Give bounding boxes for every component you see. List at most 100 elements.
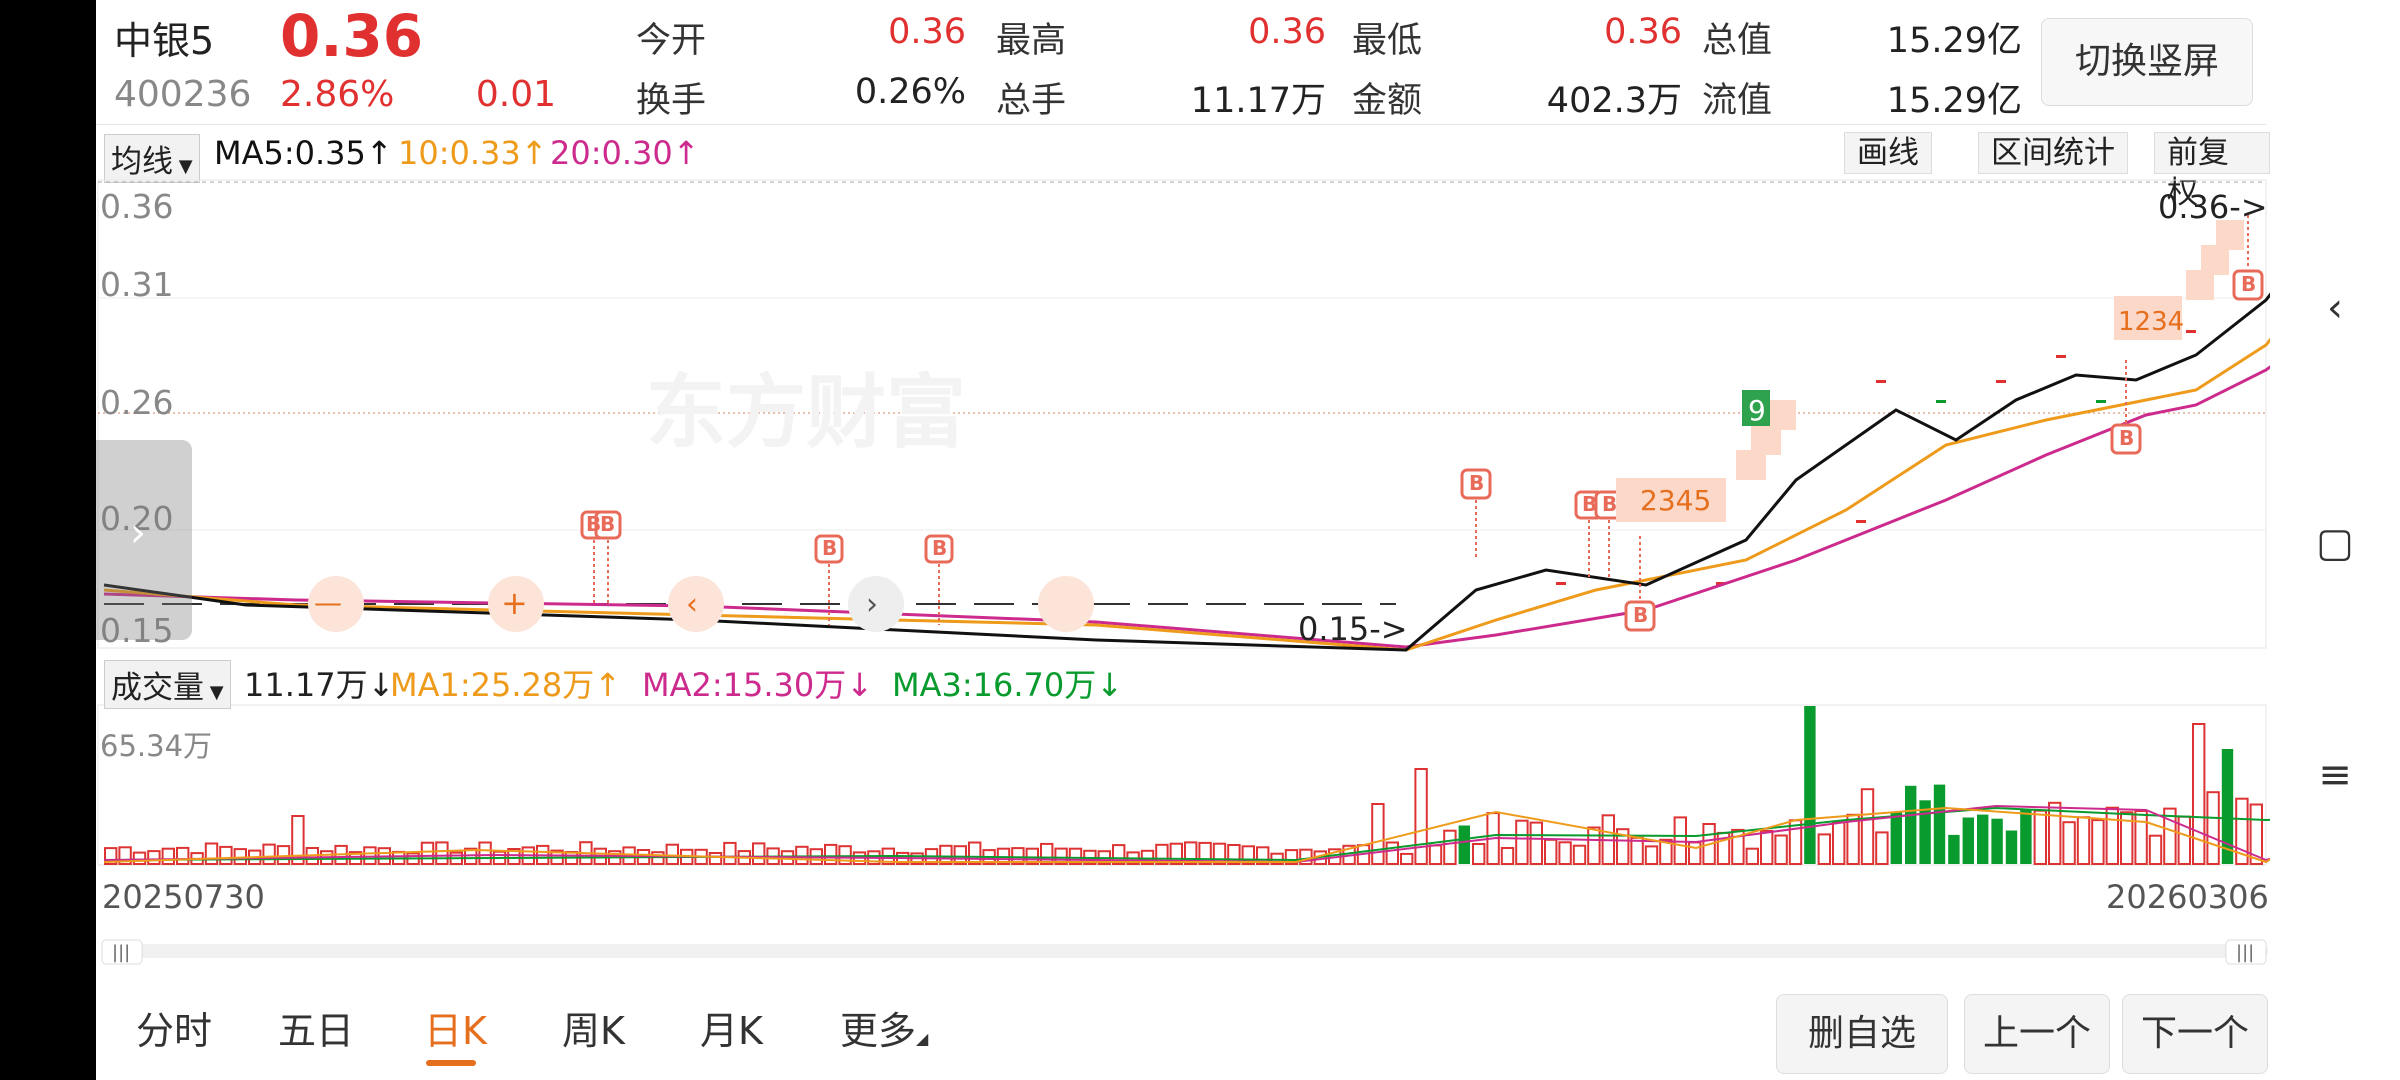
time-scrollbar[interactable]: ||| ||| [101, 939, 2268, 965]
volume-bar [1371, 803, 1385, 865]
volume-bar [795, 845, 809, 865]
volume-bar [1587, 826, 1601, 865]
caret-down-icon: ▼ [204, 682, 224, 703]
volume-bar [708, 852, 723, 865]
menu-lines-icon[interactable]: ≡ [2270, 752, 2400, 798]
next-stock-button[interactable]: 下一个 [2122, 994, 2268, 1074]
volume-bar [204, 842, 219, 865]
volume-bar [1948, 834, 1960, 864]
system-nav-bar: ‹ ▢ ≡ [2270, 0, 2400, 1080]
axis-label: 0.26 [100, 383, 173, 422]
arrow-up-icon: ↑ [594, 666, 622, 704]
volume-bar [1428, 844, 1443, 866]
volume-bar [1977, 814, 1989, 864]
volume-ma3: MA3:16.70万↓ [892, 666, 1124, 704]
volume-bar [1443, 829, 1457, 866]
svg-text:B: B [2241, 272, 2256, 296]
volume-bar [262, 843, 276, 865]
stock-screen: 中银5 0.36 400236 2.86% 0.01 今开 0.36 最高 0.36… [96, 0, 2270, 1080]
tab-weekly-k[interactable]: 周K [562, 1000, 625, 1055]
active-tab-indicator [426, 1060, 476, 1066]
svg-text:B: B [1469, 471, 1484, 495]
volume-bar [420, 841, 435, 866]
volume-bar [2134, 810, 2148, 865]
low-price-label: 0.15-> [1298, 610, 1408, 648]
volume-bar [968, 841, 982, 865]
volume-bar [1817, 833, 1831, 866]
volume-axis: 65.34万 [100, 729, 212, 763]
kline-candles [104, 330, 2196, 605]
volume-bar [161, 847, 175, 866]
tab-daily-k[interactable]: 日K [424, 1000, 487, 1055]
previous-stock-button[interactable]: 上一个 [1964, 994, 2110, 1074]
volume-bar [435, 841, 449, 866]
volume-bar [1040, 842, 1054, 866]
expand-panel-handle[interactable]: › [96, 440, 192, 640]
volume-bar [2148, 834, 2163, 866]
volume-bar [1458, 825, 1470, 864]
volume-bar [2221, 749, 2234, 864]
volume-bar [752, 842, 766, 866]
remove-watchlist-button[interactable]: 删自选 [1776, 994, 1948, 1074]
svg-text:2345: 2345 [1640, 484, 1711, 517]
volume-ma2: MA2:15.30万↓ [642, 666, 874, 704]
volume-bar [2048, 801, 2062, 865]
volume-bar [276, 845, 291, 865]
svg-text:|||: ||| [112, 942, 130, 963]
volume-bar [1544, 838, 1558, 865]
svg-text:›: › [866, 587, 878, 622]
svg-text:B: B [600, 512, 615, 536]
volume-bar [478, 841, 492, 865]
volume-bar [1500, 847, 1515, 865]
tab-five-day[interactable]: 五日 [278, 1000, 354, 1055]
volume-indicator-selector[interactable]: 成交量 ▼ [104, 660, 231, 709]
volume-bar [1529, 821, 1543, 865]
volume-bar [1860, 788, 1875, 866]
volume-bar [2020, 810, 2032, 864]
volume-bar [1385, 841, 1399, 865]
volume-bar [1644, 845, 1659, 866]
sequence-markers: 2345 9 1234 0.15-> 0.36-> [1298, 188, 2268, 648]
svg-text:20260306: 20260306 [2106, 878, 2269, 916]
volume-bar [2033, 809, 2047, 866]
tab-monthly-k[interactable]: 月K [700, 1000, 763, 1055]
date-labels: 20250730 20260306 [102, 878, 2269, 916]
volume-bar [1760, 829, 1774, 866]
svg-text:+: + [501, 584, 528, 622]
volume-bar [1774, 834, 1788, 865]
tab-more[interactable]: 更多◢ [840, 1000, 928, 1055]
volume-bar [1788, 819, 1803, 865]
volume-bar [1745, 847, 1759, 866]
volume-bar [2105, 806, 2119, 866]
svg-text:65.34万: 65.34万 [100, 729, 212, 763]
arrow-down-icon: ↓ [846, 666, 874, 704]
volume-value: 11.17万↓ [244, 666, 395, 704]
svg-text:‹: ‹ [686, 587, 698, 622]
volume-bar [1832, 821, 1846, 865]
arrow-down-icon: ↓ [1096, 666, 1124, 704]
chart-grid [97, 179, 2267, 866]
volume-bar [1688, 841, 1702, 866]
back-chevron-icon[interactable]: ‹ [2270, 285, 2400, 331]
volume-bar [2005, 830, 2018, 864]
watermark: 东方财富 [646, 366, 966, 459]
volume-bar [2076, 816, 2091, 865]
tab-intraday[interactable]: 分时 [136, 1000, 212, 1055]
svg-text:B: B [932, 536, 947, 560]
volume-ma1: MA1:25.28万↑ [390, 666, 622, 704]
home-square-icon[interactable]: ▢ [2270, 520, 2400, 566]
chevron-right-icon: › [130, 510, 146, 556]
volume-bar [1962, 817, 1974, 864]
volume-bar [1400, 852, 1414, 866]
volume-bar [1890, 811, 1902, 864]
svg-text:9: 9 [1748, 394, 1766, 427]
kline-chart: 东方财富 0.36 0.31 0.26 0.20 0.15 — + ‹ › BB… [97, 179, 2270, 965]
axis-label: 0.31 [100, 265, 173, 304]
svg-text:|||: ||| [2236, 942, 2254, 963]
volume-bar [132, 851, 147, 865]
volume-bar [1572, 844, 1587, 866]
buy-markers: — + ‹ › BB BB BB BB BB [308, 215, 2264, 632]
volume-bar [1804, 706, 1816, 864]
volume-bar [1933, 784, 1946, 864]
volume-bar [1991, 818, 2003, 864]
